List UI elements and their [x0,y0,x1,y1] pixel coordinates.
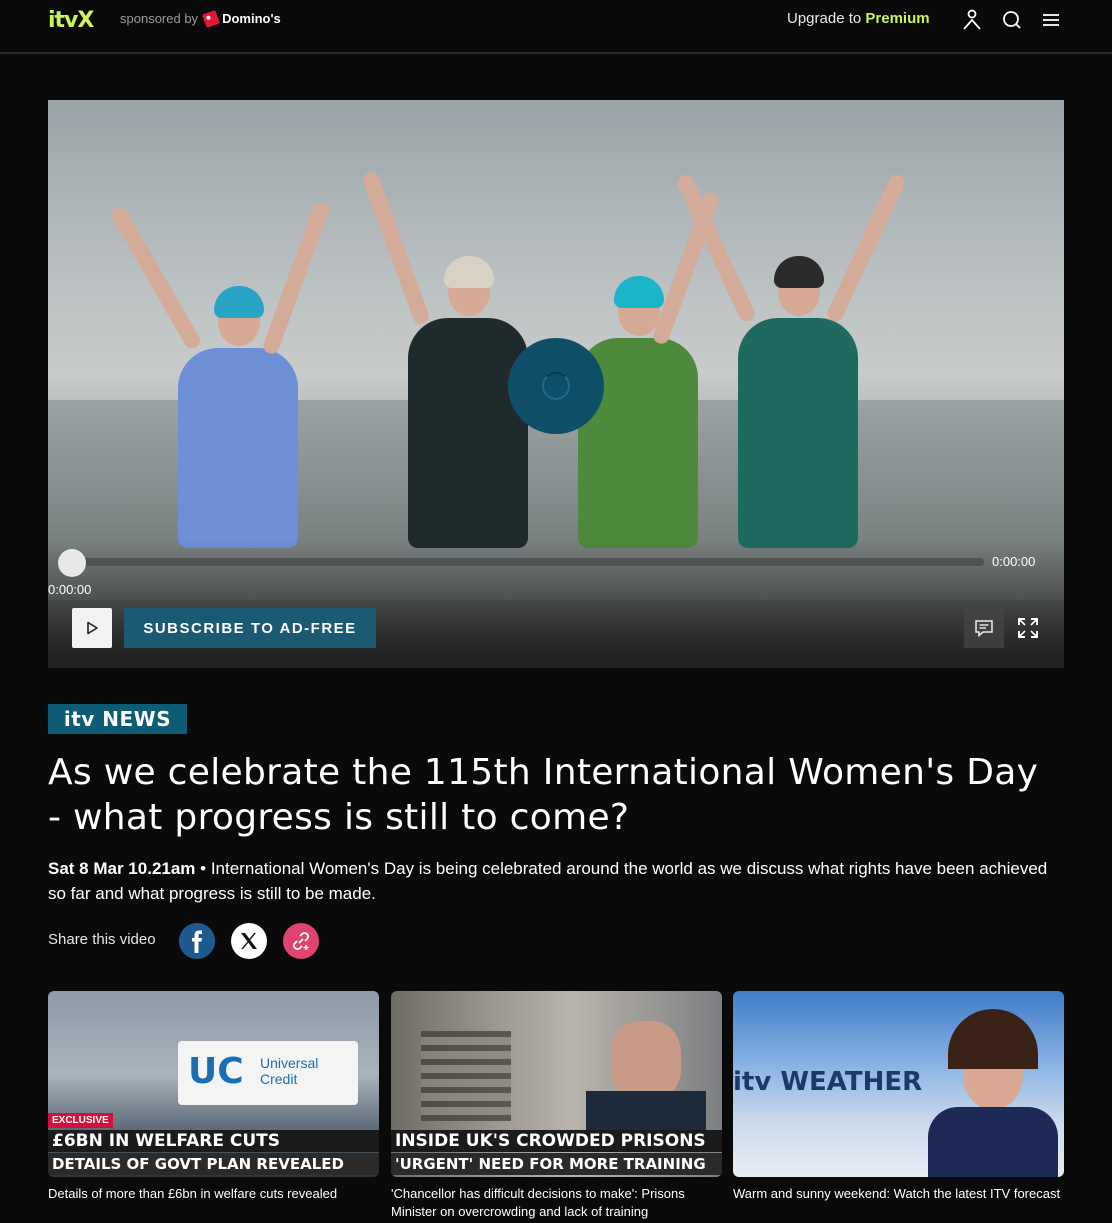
related-video-card[interactable]: UC Universal Credit EXCLUSIVE £6BN IN WE… [48,991,379,1203]
thumbnail-strap: 'URGENT' NEED FOR MORE TRAINING [391,1153,722,1175]
elapsed-time: 0:00:00 [48,582,92,597]
uc-sign: UC Universal Credit [178,1041,358,1105]
publish-date: Sat 8 Mar 10.21am [48,859,196,878]
minister-face [611,1021,681,1101]
menu-icon[interactable] [1040,9,1062,31]
weather-brand: itv WEATHER [733,1067,923,1097]
thumbnail-strap: INSIDE UK'S CROWDED PRISONS [391,1130,722,1152]
card-thumbnail[interactable]: INSIDE UK'S CROWDED PRISONS 'URGENT' NEE… [391,991,722,1177]
search-icon[interactable] [1001,9,1023,31]
video-frame-swimmer [109,200,331,548]
fullscreen-button[interactable] [1008,608,1048,648]
top-nav: itv X sponsored by Domino's Upgrade to Pr… [0,0,1112,54]
facebook-share-button[interactable] [179,923,215,959]
account-icon[interactable] [961,9,983,31]
related-video-card[interactable]: itv WEATHER Warm and sunny weekend: Watc… [733,991,1064,1203]
card-title[interactable]: 'Chancellor has difficult decisions to m… [391,1185,722,1221]
video-player[interactable]: 0:00:00 0:00:00 SUBSCRIBE TO AD-FREE [48,100,1064,668]
video-frame-swimmer [361,170,528,548]
prison-stairs [421,1031,511,1121]
sponsored-by-label: sponsored by [120,11,199,26]
itvx-logo[interactable]: itv X [48,8,94,33]
upgrade-link[interactable]: Upgrade to Premium [787,10,930,27]
copy-link-button[interactable] [283,923,319,959]
progress-knob[interactable] [58,549,86,577]
card-title[interactable]: Details of more than £6bn in welfare cut… [48,1185,379,1203]
link-icon [292,931,310,951]
dominos-tile-icon [202,9,221,28]
presenter-hair [948,1009,1038,1069]
loading-spinner [508,338,604,434]
thumbnail-strap: DETAILS OF GOVT PLAN REVEALED [48,1153,379,1175]
facebook-icon [179,923,215,959]
presenter-top [928,1107,1058,1177]
x-share-button[interactable] [231,923,267,959]
related-video-card[interactable]: INSIDE UK'S CROWDED PRISONS 'URGENT' NEE… [391,991,722,1221]
captions-button[interactable] [964,608,1004,648]
x-icon [241,933,257,949]
video-frame-swimmer [674,172,908,548]
subscribe-ad-free-button[interactable]: SUBSCRIBE TO AD-FREE [124,608,376,648]
video-description: Sat 8 Mar 10.21am • International Women'… [48,859,1048,903]
play-icon [87,621,98,635]
spinner-ring-icon [542,372,570,400]
itv-news-logo[interactable]: itv NEWS [48,704,187,734]
progress-bar[interactable] [72,558,984,566]
page-title: As we celebrate the 115th International … [48,752,1039,838]
fullscreen-icon [1018,618,1038,638]
sponsor-banner: sponsored by Domino's [120,9,281,28]
sponsor-logo: Domino's [202,9,281,28]
exclusive-badge: EXCLUSIVE [48,1113,113,1128]
card-title[interactable]: Warm and sunny weekend: Watch the latest… [733,1185,1064,1203]
thumbnail-strap: £6BN IN WELFARE CUTS [48,1130,379,1152]
card-thumbnail[interactable]: itv WEATHER [733,991,1064,1177]
share-label: Share this video [48,931,156,948]
minister-suit [586,1091,706,1131]
captions-icon [975,620,993,637]
card-thumbnail[interactable]: UC Universal Credit EXCLUSIVE £6BN IN WE… [48,991,379,1177]
play-button[interactable] [72,608,112,648]
duration-time: 0:00:00 [992,554,1036,569]
